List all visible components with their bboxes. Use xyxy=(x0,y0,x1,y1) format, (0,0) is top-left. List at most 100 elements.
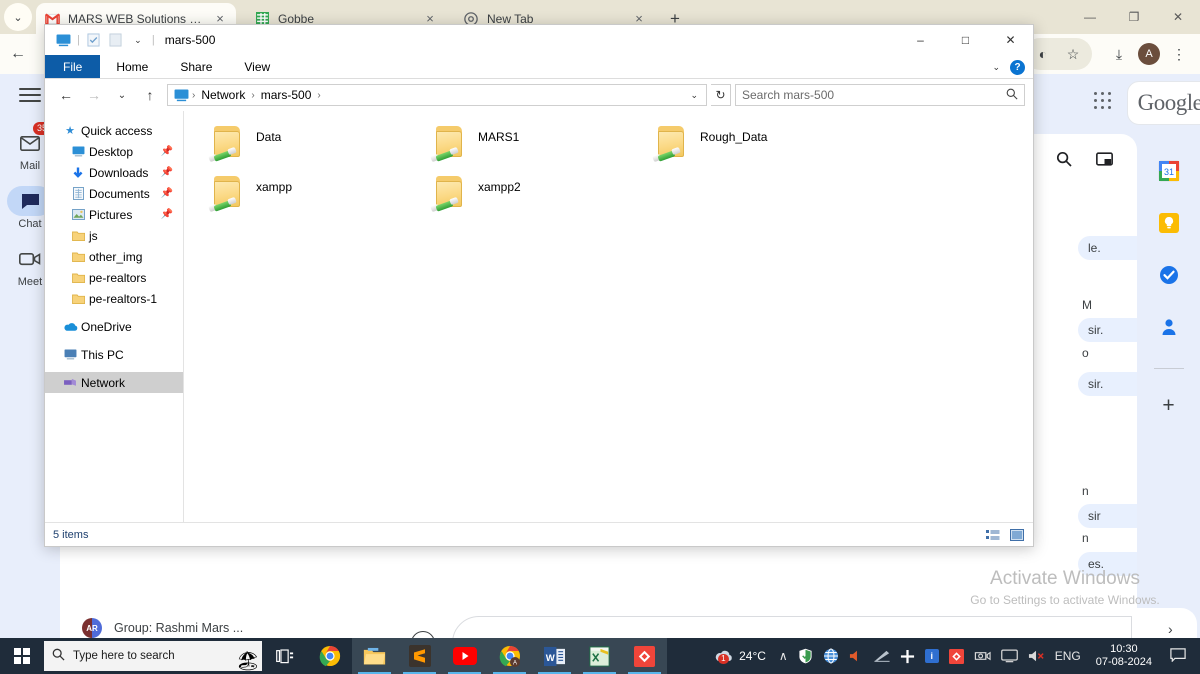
taskbar-search-input[interactable]: Type here to search 🏖 xyxy=(44,641,262,671)
info-icon[interactable]: i xyxy=(920,649,944,663)
pin-icon[interactable]: 📌 xyxy=(161,209,183,220)
nav-item-downloads[interactable]: Downloads 📌 xyxy=(45,162,183,183)
tab-search-chevron-icon[interactable]: ⌄ xyxy=(4,3,32,31)
desktop-icon xyxy=(67,146,89,157)
add-app-icon[interactable]: + xyxy=(1156,393,1182,419)
start-button[interactable] xyxy=(0,638,44,674)
add-icon[interactable] xyxy=(895,649,920,664)
expand-panel-chevron-icon[interactable]: › xyxy=(1168,621,1173,637)
app-tray-icon[interactable] xyxy=(944,648,969,664)
nav-item-other-img[interactable]: other_img xyxy=(45,246,183,267)
avatar[interactable]: A xyxy=(1134,39,1164,69)
search-icon[interactable] xyxy=(1047,142,1081,176)
pen-icon[interactable] xyxy=(869,650,895,662)
google-calendar-icon[interactable]: 31 xyxy=(1156,158,1182,184)
google-account-pill[interactable]: Google A xyxy=(1127,81,1200,125)
up-one-level-icon[interactable]: ↑ xyxy=(137,87,163,103)
camera-tray-icon[interactable] xyxy=(969,649,996,663)
nav-item-pe-realtors[interactable]: pe-realtors xyxy=(45,267,183,288)
file-item[interactable]: xampp xyxy=(194,173,416,223)
task-view-button[interactable] xyxy=(262,638,307,674)
excel-taskbar-icon[interactable] xyxy=(577,638,622,674)
file-item[interactable]: Rough_Data xyxy=(638,123,860,173)
nav-item-desktop[interactable]: Desktop 📌 xyxy=(45,141,183,162)
recent-locations-chevron-icon[interactable]: ⌄ xyxy=(109,90,135,101)
main-menu-icon[interactable] xyxy=(19,88,41,102)
volume-muted-icon[interactable] xyxy=(1023,649,1050,663)
customize-qat-chevron-icon[interactable]: ⌄ xyxy=(130,32,146,48)
breadcrumb-item-network[interactable]: Network xyxy=(197,88,249,102)
new-folder-icon[interactable] xyxy=(108,32,124,48)
nav-item-quick-access[interactable]: ★ Quick access xyxy=(45,120,183,141)
network-globe-icon[interactable] xyxy=(818,648,844,664)
app-taskbar-icon[interactable] xyxy=(622,638,667,674)
browser-minimize-button[interactable]: — xyxy=(1068,0,1112,34)
display-tray-icon[interactable] xyxy=(996,649,1023,663)
ribbon-tab-share[interactable]: Share xyxy=(164,55,228,78)
google-contacts-icon[interactable] xyxy=(1156,314,1182,340)
explorer-file-list[interactable]: Data MARS1 Rough_Data xampp xampp2 xyxy=(184,111,1033,522)
weather-widget[interactable]: 1 24°C xyxy=(706,649,774,664)
pin-icon[interactable]: 📌 xyxy=(161,188,183,199)
explorer-minimize-button[interactable]: – xyxy=(898,25,943,55)
breadcrumb[interactable]: › Network › mars-500 › ⌄ xyxy=(167,84,707,106)
ribbon-tab-file[interactable]: File xyxy=(45,55,101,78)
back-icon[interactable]: ← xyxy=(53,87,79,103)
nav-item-onedrive[interactable]: OneDrive xyxy=(45,316,183,337)
explorer-close-button[interactable]: ✕ xyxy=(988,25,1033,55)
chrome-menu-icon[interactable]: ⋮ xyxy=(1164,39,1194,69)
conversation-list-item[interactable]: AR Group: Rashmi Mars ... xyxy=(82,618,243,638)
tray-overflow-chevron-icon[interactable]: ∧ xyxy=(774,649,793,663)
nav-item-documents[interactable]: Documents 📌 xyxy=(45,183,183,204)
nav-item-js[interactable]: js xyxy=(45,225,183,246)
nav-item-network[interactable]: Network xyxy=(45,372,183,393)
windows-security-icon[interactable] xyxy=(793,648,818,664)
collapse-ribbon-chevron-icon[interactable]: ⌄ xyxy=(992,62,1000,73)
taskbar-clock[interactable]: 10:30 07-08-2024 xyxy=(1086,643,1162,669)
address-dropdown-chevron-icon[interactable]: ⌄ xyxy=(690,90,702,101)
file-explorer-window: | ⌄ | mars-500 – □ ✕ File Home Share Vie xyxy=(44,24,1034,547)
browser-maximize-button[interactable]: ❐ xyxy=(1112,0,1156,34)
downloads-icon[interactable]: ⤓ xyxy=(1104,39,1134,69)
google-apps-grid-icon[interactable] xyxy=(1094,92,1120,118)
language-indicator[interactable]: ENG xyxy=(1050,649,1086,663)
sublime-text-taskbar-icon[interactable] xyxy=(397,638,442,674)
file-item[interactable]: Data xyxy=(194,123,416,173)
refresh-button[interactable]: ↻ xyxy=(711,84,731,106)
chrome-taskbar-icon[interactable] xyxy=(307,638,352,674)
file-item[interactable]: xampp2 xyxy=(416,173,638,223)
large-icons-view-button[interactable] xyxy=(1009,528,1025,542)
back-icon[interactable]: ← xyxy=(0,45,36,63)
properties-icon[interactable] xyxy=(86,32,102,48)
chrome-profile-taskbar-icon[interactable]: A xyxy=(487,638,532,674)
nav-item-pictures[interactable]: Pictures 📌 xyxy=(45,204,183,225)
ribbon-tab-home[interactable]: Home xyxy=(100,55,164,78)
search-icon xyxy=(52,648,65,664)
browser-close-button[interactable]: ✕ xyxy=(1156,0,1200,34)
notification-center-icon[interactable] xyxy=(1162,647,1194,665)
bookmark-star-icon[interactable]: ☆ xyxy=(1058,39,1088,69)
explorer-title-bar[interactable]: | ⌄ | mars-500 – □ ✕ xyxy=(45,25,1033,55)
windows-taskbar: Type here to search 🏖 A W 1 24°C ∧ i ENG… xyxy=(0,638,1200,674)
volume-icon[interactable] xyxy=(844,649,869,663)
nav-item-pe-realtors-1[interactable]: pe-realtors-1 xyxy=(45,288,183,309)
google-wordmark: Google xyxy=(1137,90,1200,115)
explorer-maximize-button[interactable]: □ xyxy=(943,25,988,55)
details-view-button[interactable] xyxy=(985,528,1001,542)
nav-item-this-pc[interactable]: This PC xyxy=(45,344,183,365)
search-input[interactable]: Search mars-500 xyxy=(735,84,1025,106)
file-explorer-taskbar-icon[interactable] xyxy=(352,638,397,674)
help-icon[interactable]: ? xyxy=(1010,59,1025,75)
ribbon-tab-view[interactable]: View xyxy=(228,55,286,78)
youtube-taskbar-icon[interactable] xyxy=(442,638,487,674)
pin-icon[interactable]: 📌 xyxy=(161,146,183,157)
word-taskbar-icon[interactable]: W xyxy=(532,638,577,674)
pin-icon[interactable]: 📌 xyxy=(161,167,183,178)
google-tasks-icon[interactable] xyxy=(1156,262,1182,288)
search-highlight-icon: 🏖 xyxy=(235,651,260,671)
google-keep-icon[interactable] xyxy=(1156,210,1182,236)
nav-label: This PC xyxy=(81,347,124,362)
breadcrumb-item-mars-500[interactable]: mars-500 xyxy=(257,88,316,102)
picture-in-picture-icon[interactable] xyxy=(1087,142,1121,176)
file-item[interactable]: MARS1 xyxy=(416,123,638,173)
